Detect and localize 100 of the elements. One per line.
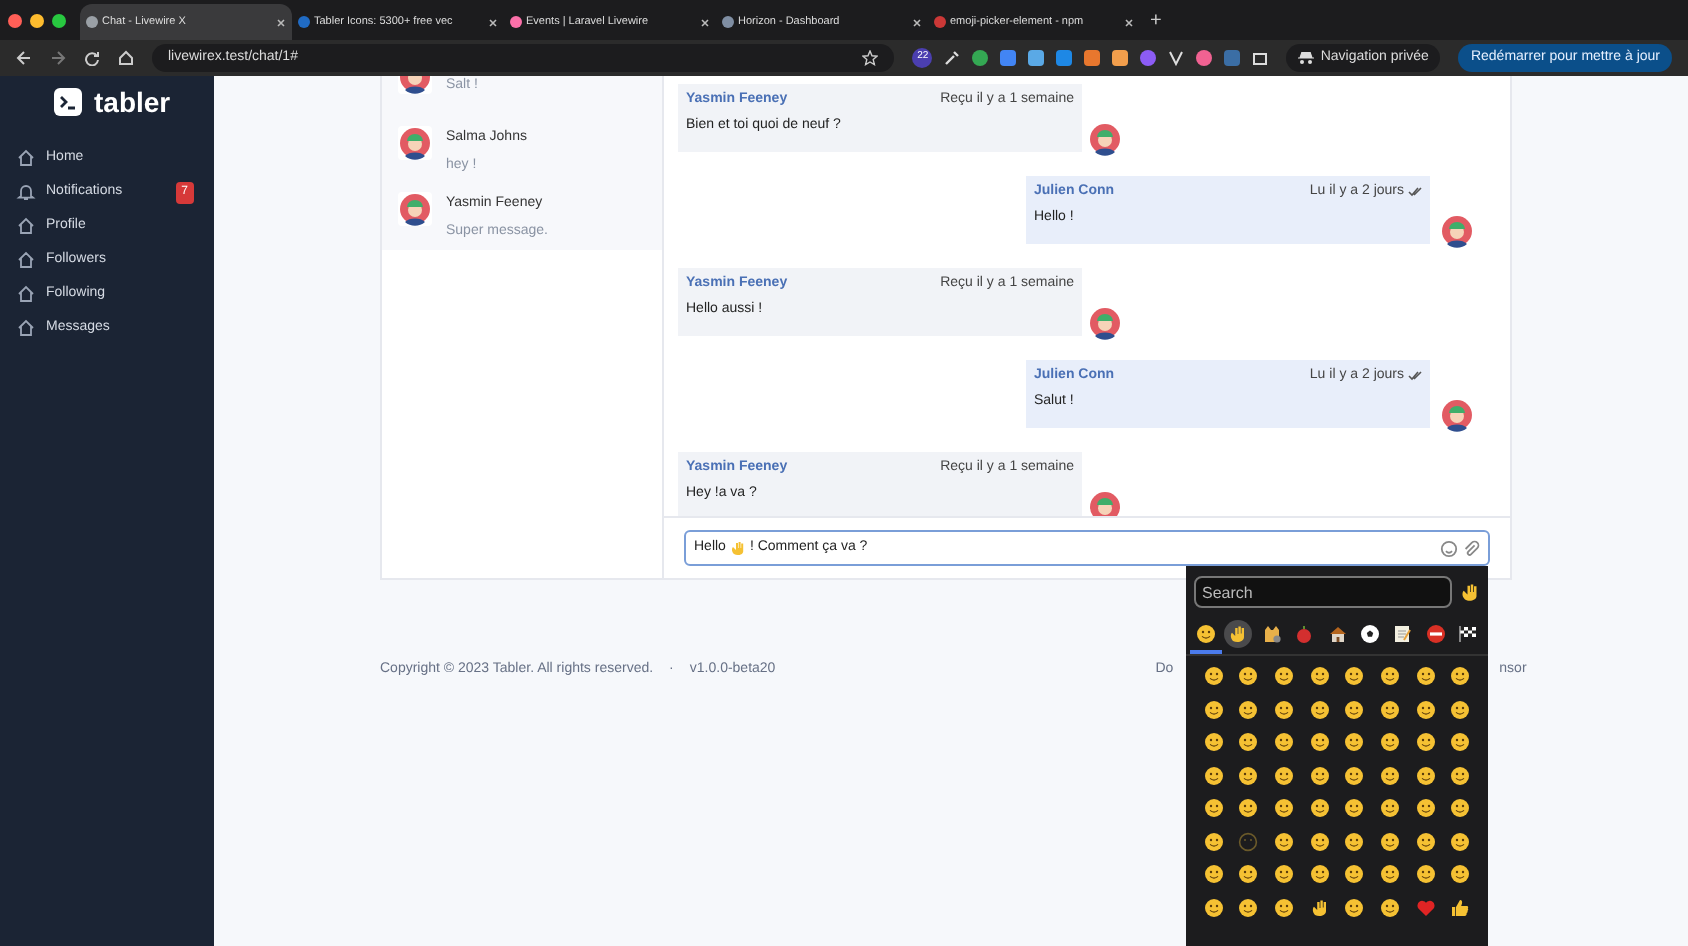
emoji-search-field[interactable]: Search bbox=[1194, 576, 1452, 608]
smiley-icon[interactable] bbox=[1344, 765, 1365, 785]
smiley-icon[interactable] bbox=[1203, 666, 1224, 686]
smiley-icon[interactable] bbox=[1379, 765, 1400, 785]
smiley-icon[interactable] bbox=[1238, 732, 1259, 752]
smiley-icon[interactable] bbox=[1203, 765, 1224, 785]
smiley-icon bbox=[1196, 624, 1216, 644]
smiley-icon[interactable] bbox=[1309, 864, 1330, 884]
smiley-icon[interactable] bbox=[1450, 798, 1471, 818]
waving-hand-icon[interactable] bbox=[1460, 582, 1480, 602]
home-icon bbox=[16, 250, 36, 270]
smiley-icon[interactable] bbox=[1274, 765, 1295, 785]
smiley-icon[interactable] bbox=[1379, 831, 1400, 851]
smiley-icon[interactable] bbox=[1379, 699, 1400, 719]
avatar bbox=[1088, 122, 1122, 156]
heart-icon[interactable] bbox=[1415, 897, 1436, 917]
smiley-icon[interactable] bbox=[1344, 798, 1365, 818]
smiley-icon[interactable] bbox=[1274, 699, 1295, 719]
smiley-icon[interactable] bbox=[1415, 699, 1436, 719]
smiley-icon[interactable] bbox=[1379, 897, 1400, 917]
smiley-icon[interactable] bbox=[1309, 798, 1330, 818]
smiley-icon[interactable] bbox=[1415, 666, 1436, 686]
smiley-icon[interactable] bbox=[1274, 732, 1295, 752]
thumbs-up-icon[interactable] bbox=[1450, 897, 1471, 917]
smiley-icon[interactable] bbox=[1450, 864, 1471, 884]
avatar bbox=[1440, 398, 1474, 432]
back-icon[interactable] bbox=[16, 50, 32, 66]
logo-text: tabler bbox=[94, 88, 171, 116]
smiley-icon[interactable] bbox=[1415, 765, 1436, 785]
forward-icon[interactable] bbox=[50, 50, 66, 66]
smiley-icon[interactable] bbox=[1238, 666, 1259, 686]
logo-icon bbox=[54, 88, 82, 116]
smiley-icon[interactable] bbox=[1415, 831, 1436, 851]
waving-hand-icon[interactable] bbox=[1309, 897, 1330, 917]
smiley-icon[interactable] bbox=[1309, 765, 1330, 785]
smiley-icon[interactable] bbox=[1274, 666, 1295, 686]
dotted-face-icon[interactable] bbox=[1238, 831, 1259, 851]
smiley-icon[interactable] bbox=[1309, 666, 1330, 686]
apple-icon bbox=[1294, 624, 1315, 644]
avatar bbox=[1088, 306, 1122, 340]
smiley-icon[interactable] bbox=[1203, 897, 1224, 917]
star-icon[interactable] bbox=[862, 50, 879, 66]
smiley-icon[interactable] bbox=[1238, 765, 1259, 785]
avatar bbox=[398, 126, 432, 160]
smiley-icon[interactable] bbox=[1203, 864, 1224, 884]
home-icon bbox=[16, 318, 36, 338]
smiley-icon[interactable] bbox=[1203, 732, 1224, 752]
smiley-icon[interactable] bbox=[1379, 798, 1400, 818]
smiley-icon[interactable] bbox=[1415, 864, 1436, 884]
reload-icon[interactable] bbox=[84, 50, 100, 66]
smiley-icon[interactable] bbox=[1274, 798, 1295, 818]
smiley-icon[interactable] bbox=[1450, 732, 1471, 752]
home-icon[interactable] bbox=[118, 50, 134, 66]
smiley-icon[interactable] bbox=[1274, 897, 1295, 917]
smiley-icon[interactable] bbox=[1203, 699, 1224, 719]
smiley-icon[interactable] bbox=[1379, 732, 1400, 752]
minimize-window-button[interactable] bbox=[30, 13, 44, 27]
smiley-icon[interactable] bbox=[1344, 897, 1365, 917]
smiley-icon[interactable] bbox=[1415, 732, 1436, 752]
incognito-icon bbox=[1298, 52, 1315, 64]
smiley-icon[interactable] bbox=[1344, 831, 1365, 851]
soccer-ball-icon bbox=[1359, 624, 1380, 644]
close-icon[interactable] bbox=[1124, 17, 1134, 27]
paperclip-icon[interactable] bbox=[1462, 539, 1480, 557]
smiley-icon[interactable] bbox=[1238, 897, 1259, 917]
smiley-icon[interactable] bbox=[1450, 831, 1471, 851]
smiley-icon[interactable] bbox=[1274, 831, 1295, 851]
no-entry-icon bbox=[1425, 624, 1446, 644]
smiley-icon[interactable] bbox=[1238, 864, 1259, 884]
smiley-icon[interactable] bbox=[1344, 864, 1365, 884]
smiley-icon[interactable] bbox=[1238, 699, 1259, 719]
smiley-icon[interactable] bbox=[1274, 864, 1295, 884]
smiley-icon[interactable] bbox=[1309, 732, 1330, 752]
smiley-icon[interactable] bbox=[1450, 699, 1471, 719]
home-icon bbox=[16, 216, 36, 236]
new-tab-button[interactable]: + bbox=[1150, 5, 1162, 35]
smiley-icon[interactable] bbox=[1309, 699, 1330, 719]
close-window-button[interactable] bbox=[8, 13, 22, 27]
close-icon[interactable] bbox=[276, 17, 286, 27]
smiley-icon[interactable] bbox=[1379, 666, 1400, 686]
smiley-icon[interactable] bbox=[1344, 732, 1365, 752]
emoji-icon[interactable] bbox=[1440, 539, 1458, 557]
smiley-icon[interactable] bbox=[1450, 765, 1471, 785]
house-icon bbox=[1327, 624, 1347, 644]
smiley-icon[interactable] bbox=[1450, 666, 1471, 686]
smiley-icon[interactable] bbox=[1203, 798, 1224, 818]
home-icon bbox=[16, 148, 36, 168]
smiley-icon[interactable] bbox=[1309, 831, 1330, 851]
close-icon[interactable] bbox=[700, 17, 710, 27]
smiley-icon[interactable] bbox=[1415, 798, 1436, 818]
waving-hand-icon bbox=[729, 540, 746, 556]
smiley-icon[interactable] bbox=[1379, 864, 1400, 884]
close-icon[interactable] bbox=[912, 17, 922, 27]
smiley-icon[interactable] bbox=[1203, 831, 1224, 851]
smiley-icon[interactable] bbox=[1344, 666, 1365, 686]
maximize-window-button[interactable] bbox=[52, 13, 66, 27]
bell-icon bbox=[16, 182, 36, 202]
close-icon[interactable] bbox=[488, 17, 498, 27]
smiley-icon[interactable] bbox=[1344, 699, 1365, 719]
smiley-icon[interactable] bbox=[1238, 798, 1259, 818]
